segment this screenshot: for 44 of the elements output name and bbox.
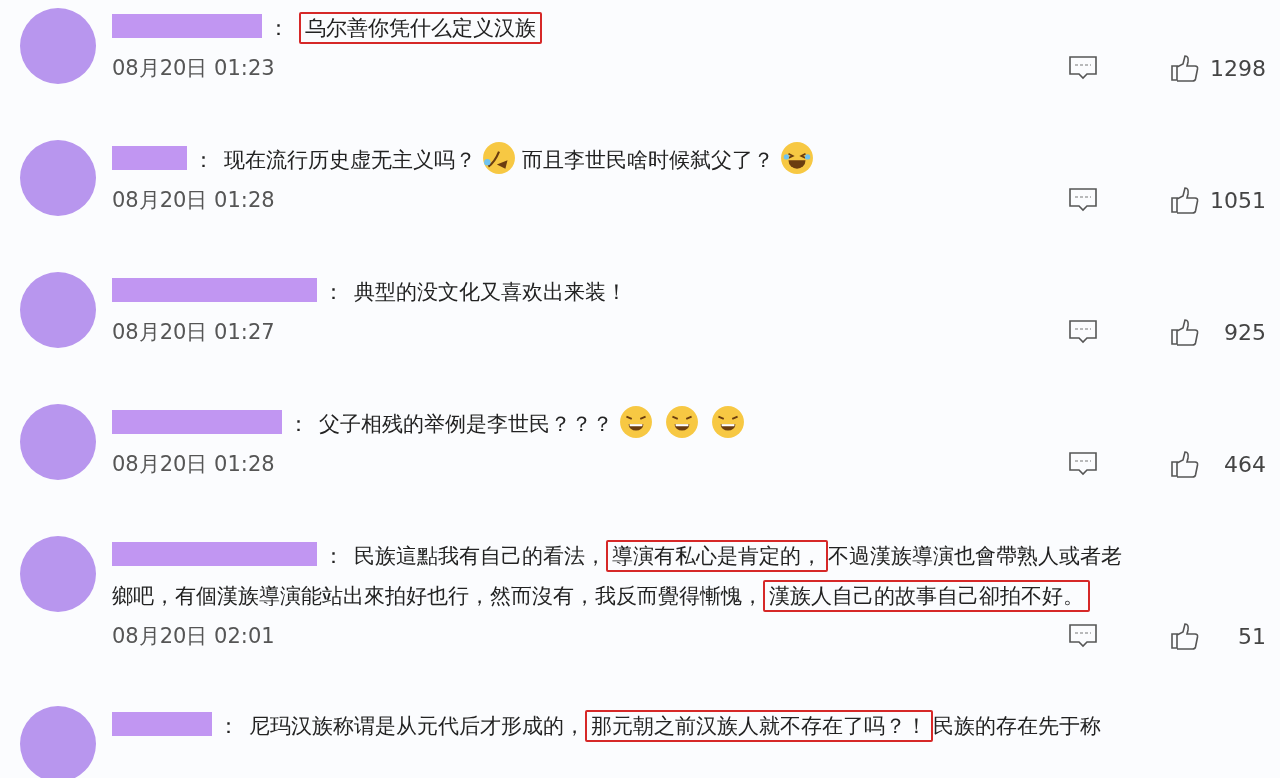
thumbs-up-icon[interactable] (1170, 54, 1200, 82)
timestamp: 08月20日 01:28 (112, 187, 275, 214)
comment-text: 尼玛汉族称谓是从元代后才形成的， (249, 714, 585, 738)
comment-icon[interactable] (1068, 623, 1098, 649)
highlighted-text: 導演有私心是肯定的， (606, 540, 828, 572)
timestamp: 08月20日 01:28 (112, 451, 275, 478)
comment-text: 不過漢族導演也會帶熟人或者老 (828, 544, 1122, 568)
laughing-emoji-icon (780, 141, 814, 175)
separator: ： (323, 544, 344, 568)
comment-text: 民族這點我有自己的看法， (354, 544, 606, 568)
tilted-emoji-icon (482, 141, 516, 175)
comment-icon[interactable] (1068, 55, 1098, 81)
like-count: 1051 (1210, 187, 1266, 213)
comment-text: 典型的没文化又喜欢出来装！ (354, 280, 627, 304)
grinning-emoji-icon (665, 405, 699, 439)
thumbs-up-icon[interactable] (1170, 318, 1200, 346)
comment-icon[interactable] (1068, 187, 1098, 213)
timestamp: 08月20日 02:01 (112, 623, 275, 650)
separator: ： (268, 16, 289, 40)
like-count: 51 (1237, 623, 1266, 649)
highlighted-text: 那元朝之前汉族人就不存在了吗？！ (585, 710, 933, 742)
comment-text: 现在流行历史虚无主义吗？ (224, 148, 476, 172)
timestamp: 08月20日 01:23 (112, 55, 275, 82)
thumbs-up-icon[interactable] (1170, 450, 1200, 478)
thumbs-up-icon[interactable] (1170, 186, 1200, 214)
comment-text: 而且李世民啥时候弑父了？ (522, 148, 774, 172)
separator: ： (193, 148, 214, 172)
comment-text: 父子相残的举例是李世民？？？ (319, 412, 613, 436)
separator: ： (323, 280, 344, 304)
separator: ： (288, 412, 309, 436)
like-count: 464 (1223, 451, 1266, 477)
comment-icon[interactable] (1068, 451, 1098, 477)
comment-text: 鄉吧，有個漢族導演能站出來拍好也行，然而沒有，我反而覺得慚愧， (112, 584, 763, 608)
like-count: 925 (1223, 319, 1266, 345)
grinning-emoji-icon (619, 405, 653, 439)
highlighted-text: 乌尔善你凭什么定义汉族 (299, 12, 542, 44)
highlighted-text: 漢族人自己的故事自己卻拍不好。 (763, 580, 1090, 612)
comment-text: 民族的存在先于称 (933, 714, 1101, 738)
thumbs-up-icon[interactable] (1170, 622, 1200, 650)
comment-icon[interactable] (1068, 319, 1098, 345)
timestamp: 08月20日 01:27 (112, 319, 275, 346)
like-count: 1298 (1210, 55, 1266, 81)
separator: ： (218, 714, 239, 738)
grinning-emoji-icon (711, 405, 745, 439)
